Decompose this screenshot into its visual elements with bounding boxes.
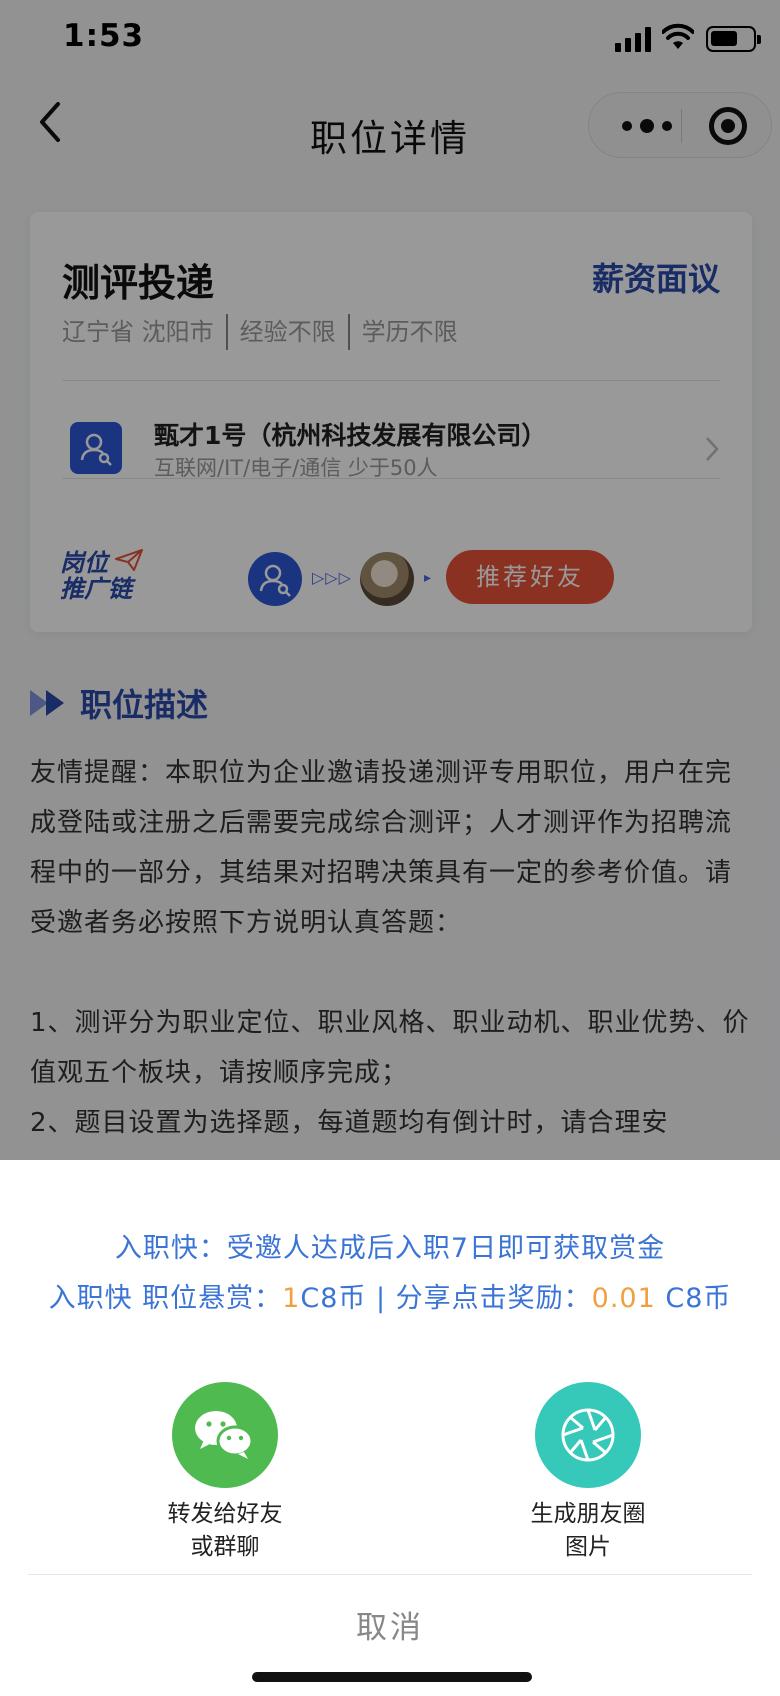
wechat-label-line2: 或群聊: [190, 1534, 260, 1560]
click-reward-amount: 0.01: [591, 1283, 656, 1314]
share-to-wechat-label: 转发给好友 或群聊: [115, 1498, 335, 1564]
camera-aperture-icon[interactable]: [535, 1382, 641, 1488]
reward-unit: C8币 | 分享点击奖励：: [300, 1283, 592, 1314]
reward-amount: 1: [282, 1283, 301, 1314]
share-to-wechat-option[interactable]: 转发给好友 或群聊: [115, 1382, 335, 1564]
cancel-button[interactable]: 取消: [0, 1602, 780, 1647]
wechat-label-line1: 转发给好友: [167, 1501, 283, 1527]
moments-label-line2: 图片: [565, 1534, 611, 1560]
home-indicator[interactable]: [252, 1672, 532, 1682]
reward-prefix: 入职快 职位悬赏：: [48, 1283, 283, 1314]
click-reward-unit: C8币: [655, 1283, 732, 1314]
reward-tip: 入职快：受邀人达成后入职7日即可获取赏金: [114, 1233, 666, 1264]
divider: [28, 1574, 752, 1575]
generate-moments-label: 生成朋友圈 图片: [478, 1498, 698, 1564]
share-sheet: 入职快：受邀人达成后入职7日即可获取赏金 入职快 职位悬赏：1C8币 | 分享点…: [0, 1160, 780, 1696]
reward-detail: 入职快 职位悬赏：1C8币 | 分享点击奖励：0.01 C8币: [0, 1276, 780, 1315]
moments-label-line1: 生成朋友圈: [530, 1501, 646, 1527]
wechat-icon[interactable]: [172, 1382, 278, 1488]
modal-overlay[interactable]: [0, 0, 780, 1160]
generate-moments-image-option[interactable]: 生成朋友圈 图片: [478, 1382, 698, 1564]
